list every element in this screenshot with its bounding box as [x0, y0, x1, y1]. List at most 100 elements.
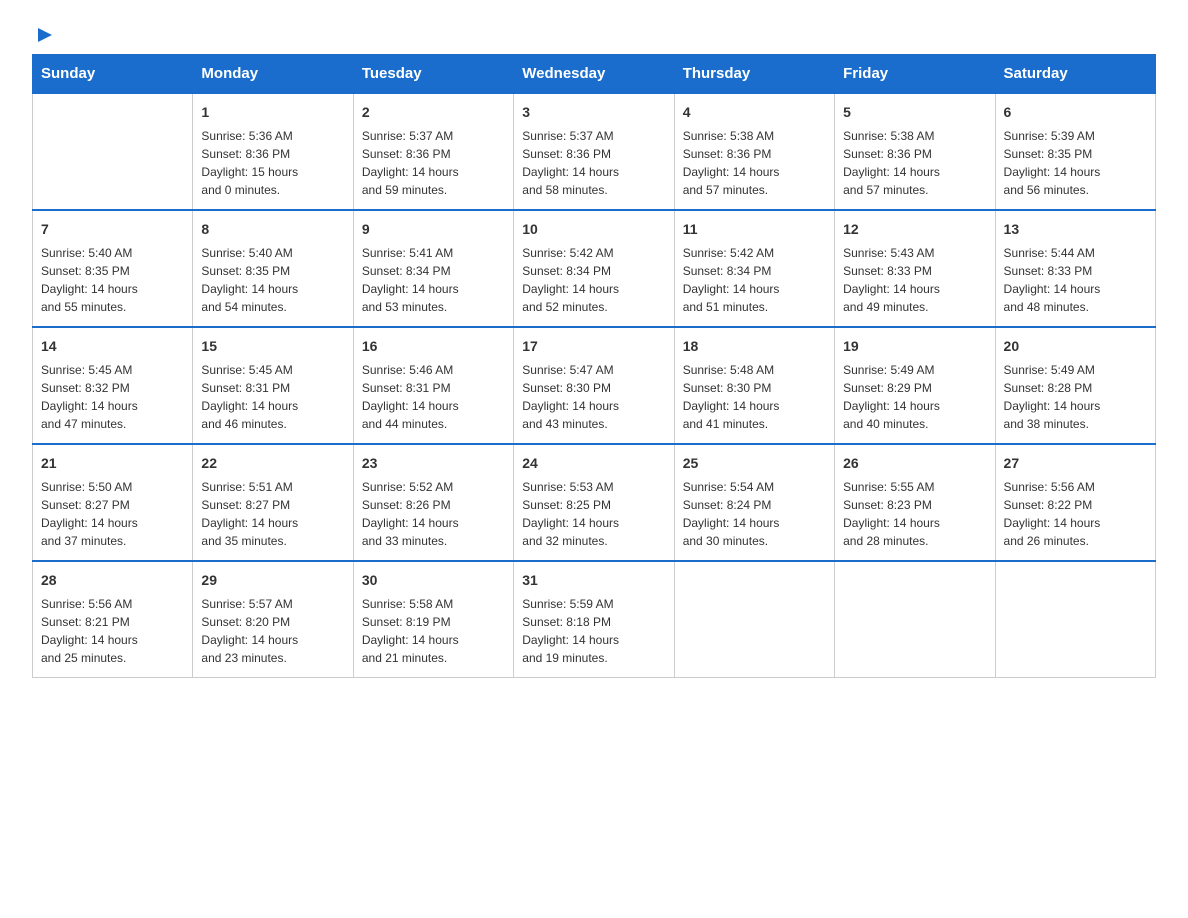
day-info: Sunrise: 5:46 AM Sunset: 8:31 PM Dayligh…	[362, 361, 505, 433]
calendar-cell: 20 Sunrise: 5:49 AM Sunset: 8:28 PM Dayli…	[995, 327, 1155, 444]
day-number: 7	[41, 219, 184, 240]
calendar-cell: 17Sunrise: 5:47 AM Sunset: 8:30 PM Dayli…	[514, 327, 674, 444]
day-number: 12	[843, 219, 986, 240]
day-number: 30	[362, 570, 505, 591]
calendar-cell: 30 Sunrise: 5:58 AM Sunset: 8:19 PM Dayli…	[353, 561, 513, 678]
calendar-cell: 11Sunrise: 5:42 AM Sunset: 8:34 PM Dayli…	[674, 210, 834, 327]
day-info: Sunrise: 5:45 AM Sunset: 8:32 PM Dayligh…	[41, 361, 184, 433]
day-info: Sunrise: 5:45 AM Sunset: 8:31 PM Dayligh…	[201, 361, 344, 433]
page-header	[32, 24, 1156, 42]
day-number: 31	[522, 570, 665, 591]
day-number: 19	[843, 336, 986, 357]
calendar-cell: 27 Sunrise: 5:56 AM Sunset: 8:22 PM Dayli…	[995, 444, 1155, 561]
day-info: Sunrise: 5:53 AM Sunset: 8:25 PM Dayligh…	[522, 478, 665, 550]
calendar-cell: 15 Sunrise: 5:45 AM Sunset: 8:31 PM Dayli…	[193, 327, 353, 444]
day-info: Sunrise: 5:56 AM Sunset: 8:21 PM Dayligh…	[41, 595, 184, 667]
calendar-cell: 28 Sunrise: 5:56 AM Sunset: 8:21 PM Dayli…	[33, 561, 193, 678]
day-number: 3	[522, 102, 665, 123]
header-sunday: Sunday	[33, 55, 193, 94]
week-row-1: 1 Sunrise: 5:36 AM Sunset: 8:36 PM Daylig…	[33, 93, 1156, 210]
day-info: Sunrise: 5:38 AM Sunset: 8:36 PM Dayligh…	[683, 127, 826, 199]
day-info: Sunrise: 5:55 AM Sunset: 8:23 PM Dayligh…	[843, 478, 986, 550]
day-info: Sunrise: 5:37 AM Sunset: 8:36 PM Dayligh…	[362, 127, 505, 199]
calendar-cell: 21Sunrise: 5:50 AM Sunset: 8:27 PM Dayli…	[33, 444, 193, 561]
day-info: Sunrise: 5:49 AM Sunset: 8:28 PM Dayligh…	[1004, 361, 1147, 433]
day-info: Sunrise: 5:40 AM Sunset: 8:35 PM Dayligh…	[41, 244, 184, 316]
calendar-cell: 18 Sunrise: 5:48 AM Sunset: 8:30 PM Dayli…	[674, 327, 834, 444]
day-info: Sunrise: 5:40 AM Sunset: 8:35 PM Dayligh…	[201, 244, 344, 316]
header-thursday: Thursday	[674, 55, 834, 94]
day-number: 9	[362, 219, 505, 240]
day-number: 1	[201, 102, 344, 123]
day-info: Sunrise: 5:37 AM Sunset: 8:36 PM Dayligh…	[522, 127, 665, 199]
calendar-cell: 1 Sunrise: 5:36 AM Sunset: 8:36 PM Daylig…	[193, 93, 353, 210]
calendar-cell: 19Sunrise: 5:49 AM Sunset: 8:29 PM Dayli…	[835, 327, 995, 444]
day-number: 25	[683, 453, 826, 474]
day-number: 20	[1004, 336, 1147, 357]
day-info: Sunrise: 5:58 AM Sunset: 8:19 PM Dayligh…	[362, 595, 505, 667]
day-info: Sunrise: 5:59 AM Sunset: 8:18 PM Dayligh…	[522, 595, 665, 667]
day-number: 29	[201, 570, 344, 591]
calendar-cell: 13 Sunrise: 5:44 AM Sunset: 8:33 PM Dayli…	[995, 210, 1155, 327]
calendar-cell: 24 Sunrise: 5:53 AM Sunset: 8:25 PM Dayli…	[514, 444, 674, 561]
header-saturday: Saturday	[995, 55, 1155, 94]
calendar-table: SundayMondayTuesdayWednesdayThursdayFrid…	[32, 54, 1156, 678]
week-row-2: 7 Sunrise: 5:40 AM Sunset: 8:35 PM Daylig…	[33, 210, 1156, 327]
calendar-cell: 4 Sunrise: 5:38 AM Sunset: 8:36 PM Daylig…	[674, 93, 834, 210]
calendar-cell: 26 Sunrise: 5:55 AM Sunset: 8:23 PM Dayli…	[835, 444, 995, 561]
logo-triangle-icon	[34, 24, 56, 46]
calendar-cell: 14 Sunrise: 5:45 AM Sunset: 8:32 PM Dayli…	[33, 327, 193, 444]
day-number: 22	[201, 453, 344, 474]
day-info: Sunrise: 5:48 AM Sunset: 8:30 PM Dayligh…	[683, 361, 826, 433]
calendar-cell: 7 Sunrise: 5:40 AM Sunset: 8:35 PM Daylig…	[33, 210, 193, 327]
day-info: Sunrise: 5:36 AM Sunset: 8:36 PM Dayligh…	[201, 127, 344, 199]
header-friday: Friday	[835, 55, 995, 94]
day-info: Sunrise: 5:47 AM Sunset: 8:30 PM Dayligh…	[522, 361, 665, 433]
day-number: 13	[1004, 219, 1147, 240]
calendar-cell: 22 Sunrise: 5:51 AM Sunset: 8:27 PM Dayli…	[193, 444, 353, 561]
calendar-cell	[995, 561, 1155, 678]
calendar-header-row: SundayMondayTuesdayWednesdayThursdayFrid…	[33, 55, 1156, 94]
logo	[32, 24, 56, 42]
day-number: 28	[41, 570, 184, 591]
calendar-cell: 12 Sunrise: 5:43 AM Sunset: 8:33 PM Dayli…	[835, 210, 995, 327]
day-number: 5	[843, 102, 986, 123]
day-info: Sunrise: 5:44 AM Sunset: 8:33 PM Dayligh…	[1004, 244, 1147, 316]
day-number: 10	[522, 219, 665, 240]
day-info: Sunrise: 5:51 AM Sunset: 8:27 PM Dayligh…	[201, 478, 344, 550]
day-number: 2	[362, 102, 505, 123]
day-number: 14	[41, 336, 184, 357]
calendar-cell: 10 Sunrise: 5:42 AM Sunset: 8:34 PM Dayli…	[514, 210, 674, 327]
calendar-cell: 23 Sunrise: 5:52 AM Sunset: 8:26 PM Dayli…	[353, 444, 513, 561]
day-info: Sunrise: 5:43 AM Sunset: 8:33 PM Dayligh…	[843, 244, 986, 316]
calendar-cell: 5Sunrise: 5:38 AM Sunset: 8:36 PM Daylig…	[835, 93, 995, 210]
day-number: 26	[843, 453, 986, 474]
day-number: 24	[522, 453, 665, 474]
day-number: 15	[201, 336, 344, 357]
day-info: Sunrise: 5:42 AM Sunset: 8:34 PM Dayligh…	[683, 244, 826, 316]
calendar-cell	[674, 561, 834, 678]
day-number: 16	[362, 336, 505, 357]
week-row-5: 28 Sunrise: 5:56 AM Sunset: 8:21 PM Dayli…	[33, 561, 1156, 678]
day-info: Sunrise: 5:41 AM Sunset: 8:34 PM Dayligh…	[362, 244, 505, 316]
header-tuesday: Tuesday	[353, 55, 513, 94]
calendar-cell: 8 Sunrise: 5:40 AM Sunset: 8:35 PM Daylig…	[193, 210, 353, 327]
calendar-cell	[33, 93, 193, 210]
calendar-cell: 16 Sunrise: 5:46 AM Sunset: 8:31 PM Dayli…	[353, 327, 513, 444]
day-number: 27	[1004, 453, 1147, 474]
calendar-cell: 29Sunrise: 5:57 AM Sunset: 8:20 PM Dayli…	[193, 561, 353, 678]
day-number: 4	[683, 102, 826, 123]
day-info: Sunrise: 5:42 AM Sunset: 8:34 PM Dayligh…	[522, 244, 665, 316]
day-number: 23	[362, 453, 505, 474]
day-number: 18	[683, 336, 826, 357]
calendar-cell	[835, 561, 995, 678]
calendar-cell: 3 Sunrise: 5:37 AM Sunset: 8:36 PM Daylig…	[514, 93, 674, 210]
week-row-4: 21Sunrise: 5:50 AM Sunset: 8:27 PM Dayli…	[33, 444, 1156, 561]
day-info: Sunrise: 5:56 AM Sunset: 8:22 PM Dayligh…	[1004, 478, 1147, 550]
day-number: 21	[41, 453, 184, 474]
week-row-3: 14 Sunrise: 5:45 AM Sunset: 8:32 PM Dayli…	[33, 327, 1156, 444]
day-number: 8	[201, 219, 344, 240]
day-info: Sunrise: 5:52 AM Sunset: 8:26 PM Dayligh…	[362, 478, 505, 550]
calendar-cell: 31 Sunrise: 5:59 AM Sunset: 8:18 PM Dayli…	[514, 561, 674, 678]
calendar-cell: 25Sunrise: 5:54 AM Sunset: 8:24 PM Dayli…	[674, 444, 834, 561]
